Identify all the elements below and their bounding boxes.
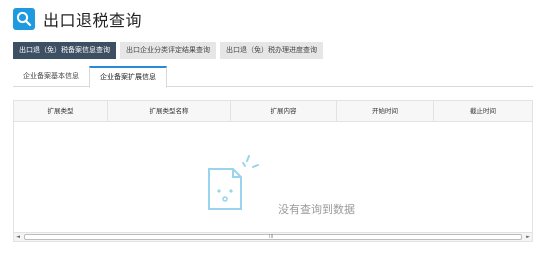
extended-info-table: 扩展类型 扩展类型名称 扩展内容 开始时间 截止时间 没有查询到数据 ◄ III… (13, 100, 533, 242)
scrollbar-grip-icon: III (269, 234, 274, 240)
query-type-tabs: 出口退（免）税备案信息查询 出口企业分类评定结果查询 出口退（免）税办理进度查询 (13, 42, 327, 59)
empty-state: 没有查询到数据 (14, 123, 532, 235)
search-icon (13, 8, 35, 30)
filing-info-subtabs: 企业备案基本信息 企业备案扩展信息 (13, 66, 533, 88)
page-title: 出口退税查询 (43, 11, 143, 30)
column-header-ext-content[interactable]: 扩展内容 (231, 101, 337, 121)
scroll-left-arrow-icon[interactable]: ◄ (14, 233, 22, 241)
tab-filing-info-query[interactable]: 出口退（免）税备案信息查询 (13, 42, 116, 59)
subtab-extended-info[interactable]: 企业备案扩展信息 (89, 66, 167, 88)
tab-classification-result-query[interactable]: 出口企业分类评定结果查询 (120, 42, 216, 59)
table-header: 扩展类型 扩展类型名称 扩展内容 开始时间 截止时间 (14, 101, 532, 122)
column-header-end-time[interactable]: 截止时间 (434, 101, 532, 121)
column-header-ext-type[interactable]: 扩展类型 (14, 101, 108, 121)
column-header-start-time[interactable]: 开始时间 (337, 101, 434, 121)
horizontal-scrollbar[interactable]: ◄ III ► (14, 232, 532, 241)
column-header-ext-type-name[interactable]: 扩展类型名称 (108, 101, 231, 121)
page-header: 出口退税查询 (13, 7, 142, 31)
tab-progress-query[interactable]: 出口退（免）税办理进度查询 (220, 42, 323, 59)
empty-document-icon (208, 155, 259, 210)
scroll-right-arrow-icon[interactable]: ► (524, 233, 532, 241)
scrollbar-thumb[interactable]: III (24, 234, 522, 240)
subtab-basic-info[interactable]: 企业备案基本信息 (13, 66, 89, 86)
empty-state-message: 没有查询到数据 (278, 203, 355, 216)
